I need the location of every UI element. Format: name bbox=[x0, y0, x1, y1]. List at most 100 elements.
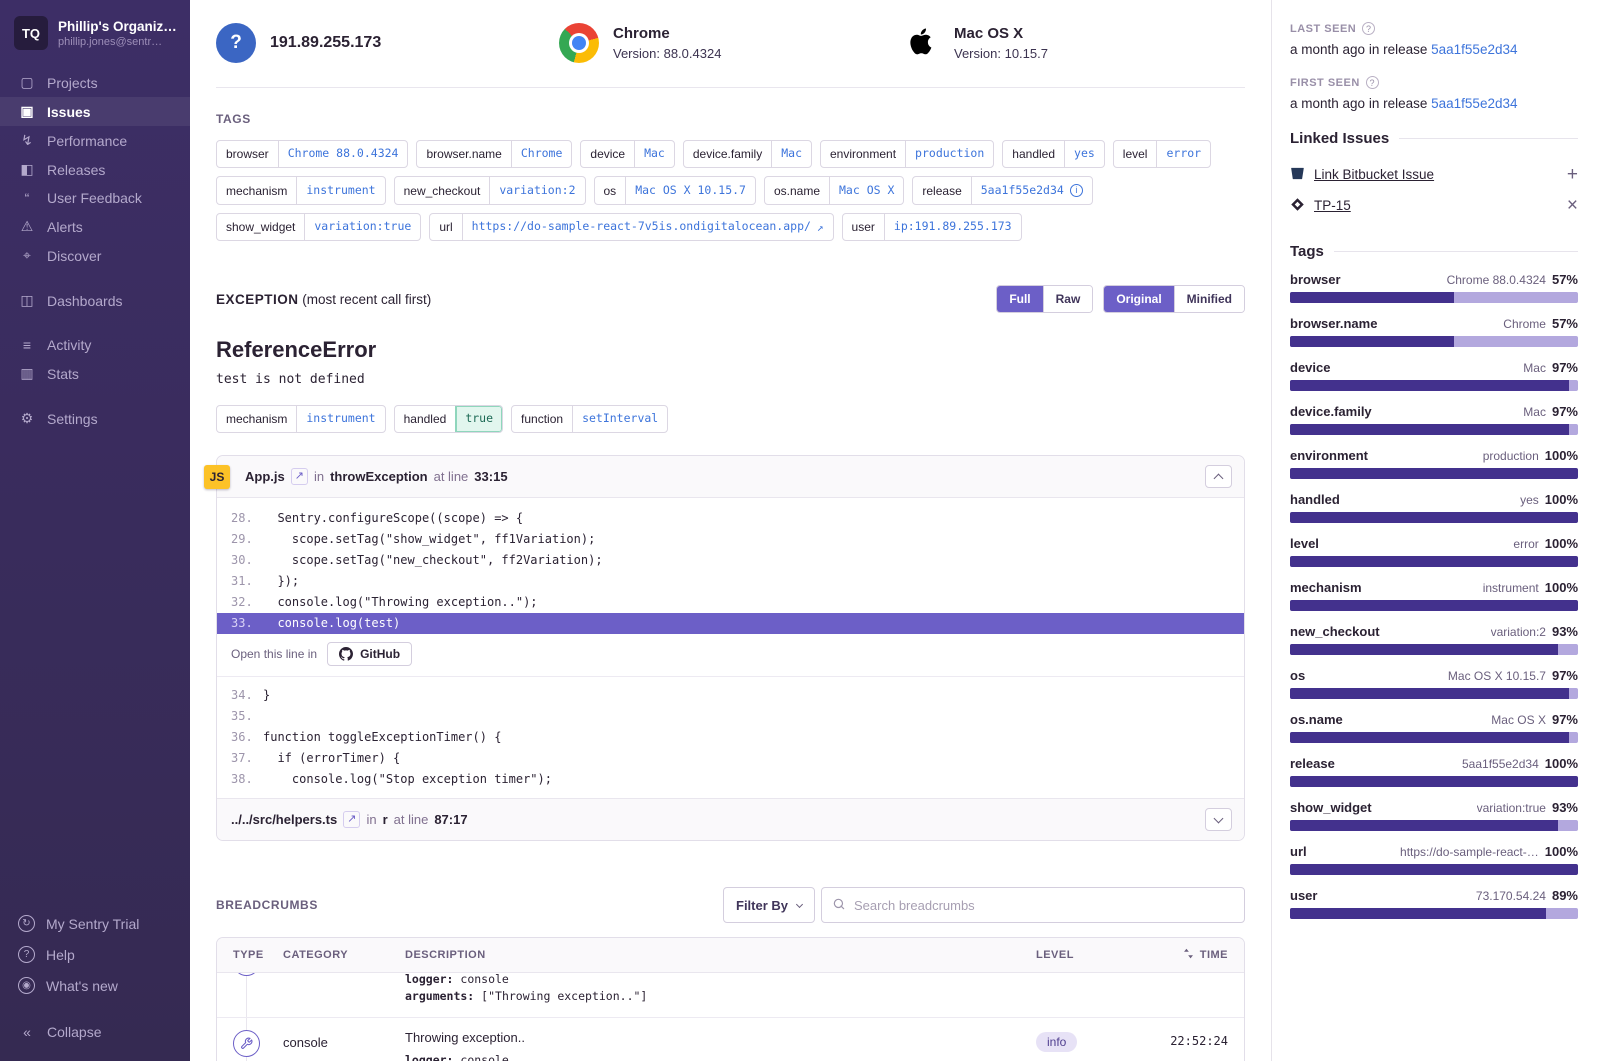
tag-key: show_widget bbox=[217, 214, 304, 240]
line-number: 35. bbox=[231, 706, 263, 727]
sidebar-item-collapse[interactable]: «Collapse bbox=[0, 1017, 190, 1047]
tag-value[interactable]: yes bbox=[1064, 141, 1104, 167]
tag-dist-bar[interactable] bbox=[1290, 380, 1578, 391]
frame-header[interactable]: App.js ↗ in throwException at line 33:15 bbox=[217, 456, 1244, 498]
link-bitbucket-issue[interactable]: Link Bitbucket Issue bbox=[1314, 167, 1434, 182]
tag-dist-value: Mac OS X 10.15.7 bbox=[1448, 669, 1546, 683]
filter-by-dropdown[interactable]: Filter By bbox=[723, 887, 815, 923]
tag-dist-bar[interactable] bbox=[1290, 512, 1578, 523]
tag-dist-bar[interactable] bbox=[1290, 864, 1578, 875]
sidebar-item-issues[interactable]: ▣Issues bbox=[0, 97, 190, 126]
tag-dist-percent: 100% bbox=[1545, 492, 1578, 507]
original-button[interactable]: Original bbox=[1104, 286, 1173, 312]
tag-value[interactable]: https://do-sample-react-7v5is.ondigitalo… bbox=[462, 214, 833, 240]
tag-dist-bar[interactable] bbox=[1290, 776, 1578, 787]
last-seen-release-link[interactable]: 5aa1f55e2d34 bbox=[1431, 42, 1517, 57]
tag-dist-percent: 93% bbox=[1552, 624, 1578, 639]
sidebar-item-what-s-new[interactable]: ◉What's new bbox=[0, 970, 190, 1001]
tag-key: browser bbox=[217, 141, 278, 167]
tag-value[interactable]: Mac bbox=[634, 141, 674, 167]
tag-dist-bar[interactable] bbox=[1290, 600, 1578, 611]
breadcrumbs-search[interactable] bbox=[821, 887, 1245, 923]
tag-distribution: show_widgetvariation:true93% bbox=[1290, 800, 1578, 831]
github-button[interactable]: GitHub bbox=[327, 642, 412, 666]
sidebar-item-label: Releases bbox=[47, 162, 105, 178]
tag-value[interactable]: instrument bbox=[296, 406, 384, 432]
tag-value[interactable]: Mac OS X 10.15.7 bbox=[625, 177, 755, 204]
breadcrumb-time: 22:52:24 bbox=[1128, 1030, 1228, 1061]
sidebar-item-user-feedback[interactable]: “User Feedback bbox=[0, 184, 190, 212]
tag-value[interactable]: error bbox=[1156, 141, 1210, 167]
line-number: 28. bbox=[231, 508, 263, 529]
tag-dist-bar[interactable] bbox=[1290, 556, 1578, 567]
tag-value[interactable]: variation:2 bbox=[489, 177, 584, 204]
tag-value[interactable]: true bbox=[455, 406, 502, 432]
tag-distribution: osMac OS X 10.15.797% bbox=[1290, 668, 1578, 699]
tag-pill: handledyes bbox=[1002, 140, 1105, 168]
first-seen-release-link[interactable]: 5aa1f55e2d34 bbox=[1431, 96, 1517, 111]
view-toggle-buttons: FullRaw OriginalMinified bbox=[996, 285, 1245, 313]
sidebar-item-performance[interactable]: ↯Performance bbox=[0, 126, 190, 155]
tag-value[interactable]: Chrome bbox=[511, 141, 572, 167]
line-number: 34. bbox=[231, 685, 263, 706]
issue-tracker-icon bbox=[1290, 197, 1305, 215]
tag-dist-bar[interactable] bbox=[1290, 424, 1578, 435]
tag-dist-bar[interactable] bbox=[1290, 732, 1578, 743]
org-meta: Phillip's Organiz… phillip.jones@sentr… bbox=[58, 19, 176, 48]
add-linked-issue-button[interactable]: + bbox=[1567, 165, 1578, 184]
sidebar-item-projects[interactable]: ▢Projects bbox=[0, 68, 190, 97]
tag-value[interactable]: Chrome 88.0.4324 bbox=[278, 141, 408, 167]
raw-button[interactable]: Raw bbox=[1043, 286, 1093, 312]
tag-key: level bbox=[1114, 141, 1157, 167]
line-number: 30. bbox=[231, 550, 263, 571]
question-info-icon[interactable]: ? bbox=[1366, 76, 1379, 89]
external-link-icon[interactable]: ↗ bbox=[343, 811, 360, 828]
external-link-icon[interactable]: ↗ bbox=[291, 468, 308, 485]
tag-value[interactable]: Mac bbox=[771, 141, 811, 167]
sidebar-item-releases[interactable]: ◧Releases bbox=[0, 155, 190, 184]
question-info-icon[interactable]: ? bbox=[1362, 22, 1375, 35]
expand-frame-button[interactable] bbox=[1205, 808, 1232, 831]
sidebar-item-settings[interactable]: ⚙Settings bbox=[0, 404, 190, 433]
bitbucket-link-row: Link Bitbucket Issue + bbox=[1290, 159, 1578, 190]
info-icon[interactable]: i bbox=[1070, 184, 1083, 197]
sidebar-item-stats[interactable]: ▥Stats bbox=[0, 359, 190, 388]
sidebar-item-my-sentry-trial[interactable]: ↻My Sentry Trial bbox=[0, 908, 190, 939]
tag-key: os.name bbox=[765, 177, 829, 204]
sidebar-item-discover[interactable]: ⌖Discover bbox=[0, 241, 190, 270]
tag-dist-bar[interactable] bbox=[1290, 292, 1578, 303]
sidebar-item-activity[interactable]: ≡Activity bbox=[0, 331, 190, 359]
tag-dist-bar[interactable] bbox=[1290, 688, 1578, 699]
search-breadcrumbs-input[interactable] bbox=[854, 898, 1234, 913]
tag-value-text: Mac OS X 10.15.7 bbox=[635, 185, 746, 197]
tag-value[interactable]: ip:191.89.255.173 bbox=[884, 214, 1021, 240]
linked-issue-key[interactable]: TP-15 bbox=[1314, 198, 1351, 213]
tag-dist-bar[interactable] bbox=[1290, 468, 1578, 479]
tag-value[interactable]: production bbox=[905, 141, 993, 167]
minified-button[interactable]: Minified bbox=[1174, 286, 1244, 312]
external-link-icon[interactable]: ↗ bbox=[817, 222, 824, 233]
collapse-frame-button[interactable] bbox=[1205, 465, 1232, 488]
remove-linked-issue-button[interactable]: × bbox=[1567, 196, 1578, 215]
os-version: Version: 10.15.7 bbox=[954, 46, 1048, 61]
exception-title-label: EXCEPTION bbox=[216, 292, 299, 307]
tag-value[interactable]: instrument bbox=[296, 177, 384, 204]
next-frame-row[interactable]: ../../src/helpers.ts ↗ in r at line 87:1… bbox=[217, 798, 1244, 840]
code-line[interactable]: 33. console.log(test) bbox=[217, 613, 1244, 634]
tag-value[interactable]: variation:true bbox=[304, 214, 420, 240]
col-time[interactable]: TIME bbox=[1128, 948, 1228, 962]
sidebar-item-alerts[interactable]: ⚠Alerts bbox=[0, 212, 190, 241]
full-button[interactable]: Full bbox=[997, 286, 1042, 312]
unknown-user-icon: ? bbox=[216, 23, 256, 63]
tag-value[interactable]: setInterval bbox=[572, 406, 667, 432]
sidebar-item-help[interactable]: ?Help bbox=[0, 939, 190, 970]
org-switcher[interactable]: TQ Phillip's Organiz… phillip.jones@sent… bbox=[0, 0, 190, 68]
tag-dist-bar[interactable] bbox=[1290, 820, 1578, 831]
tag-value[interactable]: 5aa1f55e2d34i bbox=[971, 177, 1092, 204]
tag-dist-bar[interactable] bbox=[1290, 644, 1578, 655]
tag-dist-bar[interactable] bbox=[1290, 336, 1578, 347]
tag-dist-bar[interactable] bbox=[1290, 908, 1578, 919]
tag-pill: userip:191.89.255.173 bbox=[842, 213, 1022, 241]
tag-value[interactable]: Mac OS X bbox=[829, 177, 903, 204]
sidebar-item-dashboards[interactable]: ◫Dashboards bbox=[0, 286, 190, 315]
